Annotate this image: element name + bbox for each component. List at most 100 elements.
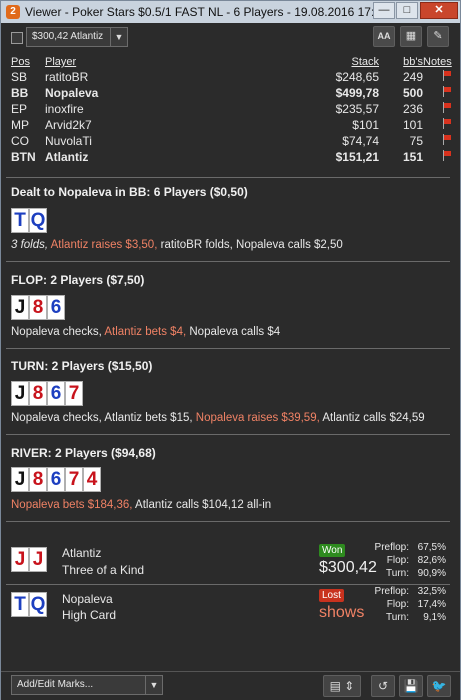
playing-card: 7 (65, 467, 83, 492)
player-bbs: 75 (409, 134, 423, 148)
bottom-bar: Add/Edit Marks... ▼ ▤ ⇕ ↺ 💾 🐦 (1, 671, 460, 700)
action-text: Atlantiz calls $104,12 all-in (135, 499, 272, 511)
note-flag-icon[interactable] (442, 118, 452, 129)
chevron-down-icon: ▼ (110, 28, 127, 46)
equity-label: Turn: (386, 568, 409, 579)
equity-value: 82,6% (417, 555, 446, 566)
equity-value: 67,5% (417, 542, 446, 553)
divider (6, 177, 450, 178)
calculator-spinner-icon[interactable]: ▤ ⇕ (323, 675, 361, 697)
minimize-button[interactable]: — (373, 2, 395, 19)
playing-card: J (29, 547, 47, 572)
preflop-cards: T Q (11, 208, 47, 235)
river-cards: J 8 6 7 4 (11, 467, 101, 494)
header-player[interactable]: Player (45, 55, 265, 69)
player-row: BB Nopaleva $499,78 500 (11, 85, 452, 101)
player-row: BTN Atlantiz $151,21 151 (11, 149, 452, 165)
player-stack: $101 (352, 118, 379, 132)
player-pos: EP (11, 102, 28, 116)
divider (6, 348, 450, 349)
result-amount: shows (319, 604, 365, 621)
header-bbs[interactable]: bb's (379, 55, 423, 69)
playing-card: 6 (47, 295, 65, 320)
flop-title: FLOP: 2 Players ($7,50) (11, 273, 145, 287)
won-badge: Won (319, 544, 346, 557)
result-cards: J J (11, 547, 47, 574)
select-checkbox[interactable] (11, 32, 23, 44)
player-name: NuvolaTi (45, 134, 92, 148)
player-name: Arvid2k7 (45, 118, 92, 132)
playing-card: J (11, 381, 29, 406)
playing-card: 8 (29, 467, 47, 492)
turn-actions: Nopaleva checks, Atlantiz bets $15, Nopa… (11, 412, 425, 424)
player-bbs: 249 (402, 70, 423, 84)
playing-card: T (11, 592, 29, 617)
action-text-highlight: Atlantiz bets $4, (104, 326, 187, 338)
player-bbs: 151 (402, 150, 423, 164)
player-row: MP Arvid2k7 $101 101 (11, 117, 452, 133)
marks-dropdown[interactable]: Add/Edit Marks... ▼ (11, 675, 163, 695)
lost-badge: Lost (319, 589, 344, 602)
result-cards: T Q (11, 592, 47, 619)
font-size-button[interactable]: AA (373, 26, 395, 47)
river-title: RIVER: 2 Players ($94,68) (11, 446, 156, 460)
equity-value: 32,5% (417, 586, 446, 597)
playing-card: 7 (65, 381, 83, 406)
player-stack: $74,74 (342, 134, 379, 148)
player-name: ratitoBR (45, 70, 89, 84)
viewer-window: 2 Viewer - Poker Stars $0.5/1 FAST NL - … (0, 0, 461, 700)
note-flag-icon[interactable] (442, 102, 452, 113)
player-name: inoxfire (45, 102, 84, 116)
players-table: Pos Player Stack bb's Notes SB ratitoBR … (11, 55, 452, 165)
action-text: Nopaleva checks, (11, 326, 102, 338)
flop-actions: Nopaleva checks, Atlantiz bets $4, Nopal… (11, 326, 280, 338)
preflop-title: Dealt to Nopaleva in BB: 6 Players ($0,5… (11, 185, 248, 199)
refresh-icon[interactable]: ↺ (371, 675, 395, 697)
action-text-highlight: Nopaleva bets $184,36, (11, 499, 133, 511)
player-stack: $151,21 (335, 150, 379, 164)
player-select-dropdown[interactable]: $300,42 Atlantiz ▼ (26, 27, 128, 47)
flop-cards: J 8 6 (11, 295, 65, 322)
equity-label: Preflop: (374, 586, 409, 597)
player-pos: BB (11, 86, 29, 100)
hand-history: Pos Player Stack bb's Notes SB ratitoBR … (1, 51, 460, 671)
player-name: Atlantiz (45, 150, 89, 164)
playing-card: 6 (47, 381, 65, 406)
close-button[interactable]: ✕ (420, 2, 458, 19)
player-stack: $235,57 (335, 102, 379, 116)
player-row: SB ratitoBR $248,65 249 (11, 69, 452, 85)
note-flag-icon[interactable] (442, 86, 452, 97)
turn-cards: J 8 6 7 (11, 381, 83, 408)
note-flag-icon[interactable] (442, 134, 452, 145)
action-text: Nopaleva checks, Atlantiz bets $15, (11, 412, 193, 424)
action-text: 3 folds, (11, 239, 49, 251)
header-notes[interactable]: Notes (423, 55, 452, 69)
action-text-highlight: Atlantiz raises $3,50, (50, 239, 158, 251)
action-text: Nopaleva calls $4 (189, 326, 281, 338)
edit-pencil-icon[interactable]: ✎ (427, 26, 449, 47)
action-text: ratitoBR folds, Nopaleva calls $2,50 (160, 239, 343, 251)
player-bbs: 500 (402, 86, 423, 100)
playing-card: J (11, 467, 29, 492)
grid-icon[interactable]: ▦ (400, 26, 422, 47)
divider (6, 434, 450, 435)
player-name: Nopaleva (45, 86, 99, 100)
save-icon[interactable]: 💾 (399, 675, 423, 697)
player-pos: CO (11, 134, 29, 148)
equity-value: 9,1% (423, 612, 446, 623)
note-flag-icon[interactable] (442, 150, 452, 161)
marks-dropdown-value: Add/Edit Marks... (17, 679, 94, 690)
title-bar: 2 Viewer - Poker Stars $0.5/1 FAST NL - … (1, 1, 460, 23)
app-logo-icon: 2 (6, 5, 20, 19)
player-pos: MP (11, 118, 29, 132)
playing-card: J (11, 295, 29, 320)
equity-label: Turn: (386, 612, 409, 623)
header-stack[interactable]: Stack (265, 55, 379, 69)
playing-card: Q (29, 208, 47, 233)
divider (6, 521, 450, 522)
header-pos[interactable]: Pos (11, 55, 45, 69)
maximize-button[interactable]: □ (396, 2, 418, 19)
twitter-icon[interactable]: 🐦 (427, 675, 451, 697)
note-flag-icon[interactable] (442, 70, 452, 81)
playing-card: 8 (29, 295, 47, 320)
